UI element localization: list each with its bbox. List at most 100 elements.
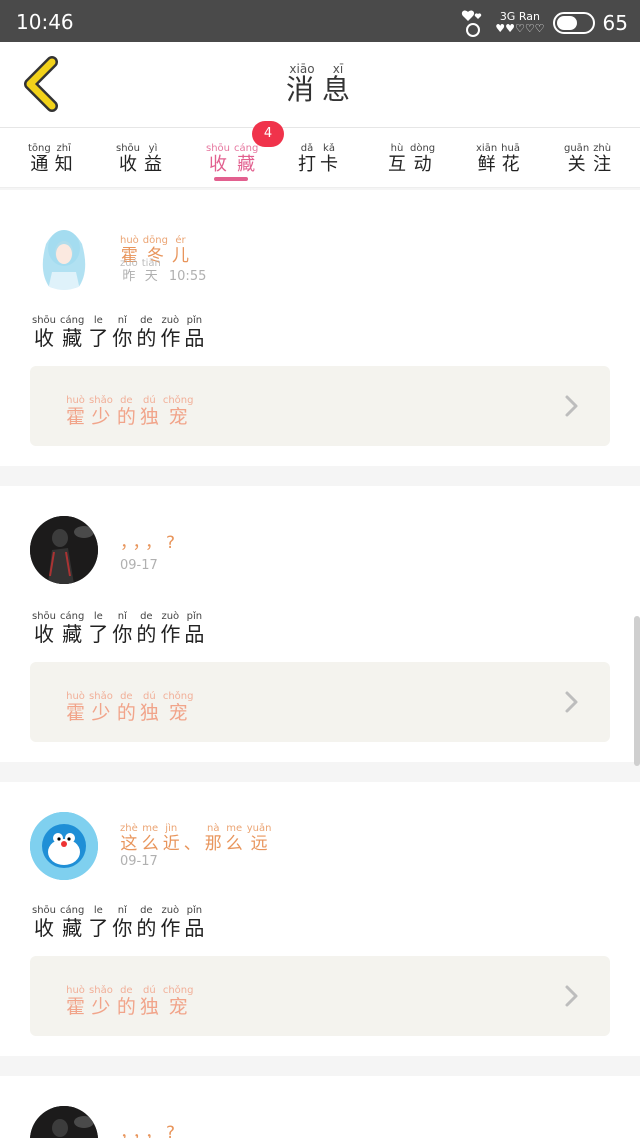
- hanzi: 少: [91, 406, 111, 428]
- ruby-char: shōu 收: [32, 315, 56, 349]
- work-link[interactable]: huò 霍 shǎo 少 de 的 dú 独 chǒng 宠: [30, 662, 610, 742]
- hanzi: 互: [388, 154, 406, 175]
- battery-level: 65: [602, 11, 628, 35]
- ruby-char: de 的: [117, 395, 136, 428]
- hanzi: 卡: [320, 154, 338, 175]
- hanzi: 收: [34, 326, 54, 350]
- work-link[interactable]: huò 霍 shǎo 少 de 的 dú 独 chǒng 宠: [30, 956, 610, 1036]
- ruby-char: de 的: [136, 905, 156, 939]
- notification-card: zhè 这 me 么 jìn 近 、 nà 那 me 么 yuǎn 远 09-17 shōu 收 cáng…: [0, 782, 640, 1056]
- battery-fill: [556, 16, 578, 30]
- ruby-char: shōu 收: [206, 143, 230, 175]
- hanzi: 的: [136, 916, 157, 940]
- favorites-count-badge: 4: [252, 121, 284, 147]
- ruby-char: zhù 注: [593, 143, 611, 175]
- hanzi: 收: [209, 154, 227, 175]
- avatar-image: [42, 230, 86, 290]
- hanzi: 的: [116, 406, 136, 428]
- tab-label: shōu 收 yì 益: [116, 143, 162, 175]
- work-title-text: huò 霍 shǎo 少 de 的 dú 独 chǒng 宠: [66, 985, 193, 1018]
- ruby-char: pǐn 品: [184, 905, 204, 939]
- notification-text-content: shōu 收 cáng 藏 le 了 nǐ 你 de 的 zuò 作 pǐn 品: [32, 905, 204, 939]
- pinyin: pǐn: [186, 315, 203, 326]
- notification-card: ，，，?: [0, 1076, 640, 1138]
- ruby-char: shǎo 少: [89, 985, 113, 1018]
- hanzi: 收: [119, 154, 137, 175]
- ruby-char: me 么: [142, 823, 159, 854]
- ruby-char: le 了: [88, 315, 108, 349]
- pinyin: ér: [175, 235, 186, 246]
- hanzi: 宠: [168, 406, 188, 428]
- timestamp: 09-17: [120, 558, 158, 573]
- tab-following[interactable]: guān 关 zhù 注: [564, 136, 611, 175]
- pinyin: zhè: [120, 823, 138, 834]
- tab-notifications[interactable]: tōng 通 zhī 知: [28, 136, 73, 175]
- ruby-char: dòng 动: [410, 143, 435, 175]
- user-name[interactable]: ，，，?: [120, 1118, 179, 1138]
- ruby-char: huò 霍: [66, 691, 85, 724]
- avatar[interactable]: [30, 1106, 98, 1138]
- avatar[interactable]: [30, 516, 98, 584]
- ruby-char: cáng 藏: [60, 611, 84, 645]
- tab-checkin[interactable]: dǎ 打 kǎ 卡: [298, 136, 338, 175]
- pinyin: shǎo: [89, 691, 113, 702]
- avatar[interactable]: [30, 812, 98, 880]
- ruby-char: shǎo 少: [89, 691, 113, 724]
- pinyin: zhù: [593, 143, 612, 154]
- ruby-char: zhī 知: [55, 143, 73, 175]
- tab-favorites[interactable]: shōu 收 cáng 藏: [206, 136, 258, 175]
- hanzi: 的: [136, 622, 157, 646]
- timestamp-day: zuó 昨 tiān 天: [120, 258, 161, 284]
- active-tab-indicator: [214, 177, 248, 181]
- pinyin: guān: [564, 143, 590, 154]
- user-name[interactable]: zhè 这 me 么 jìn 近 、 nà 那 me 么 yuǎn 远: [120, 816, 271, 854]
- pinyin: huò: [66, 691, 85, 702]
- ruby-char: de 的: [136, 611, 156, 645]
- pinyin: de: [120, 985, 133, 996]
- pinyin: me: [226, 823, 243, 834]
- ruby-char: cáng 藏: [60, 905, 84, 939]
- hanzi: 了: [88, 916, 109, 940]
- notification-card: ，，，? 09-17 shōu 收 cáng 藏 le 了 nǐ 你 de 的 zuò 作 pǐn 品 h…: [0, 486, 640, 762]
- hanzi: 益: [144, 154, 163, 175]
- tab-interaction[interactable]: hù 互 dòng 动: [388, 136, 435, 175]
- hanzi: 品: [184, 916, 205, 940]
- hanzi: 独: [139, 702, 159, 724]
- hanzi: 独: [139, 406, 159, 428]
- tab-flowers[interactable]: xiān 鲜 huā 花: [476, 136, 520, 175]
- hanzi: 知: [54, 154, 73, 175]
- tab-label: tōng 通 zhī 知: [28, 143, 73, 175]
- pinyin: jìn: [165, 823, 178, 834]
- pinyin: yì: [148, 143, 158, 154]
- hanzi: 打: [298, 154, 316, 175]
- ruby-char: dǎ 打: [298, 143, 316, 175]
- ruby-char: cáng 藏: [234, 143, 258, 175]
- ruby-char: dú 独: [140, 395, 159, 428]
- hanzi: 宠: [168, 996, 188, 1018]
- hanzi: 作: [160, 326, 181, 350]
- work-link[interactable]: huò 霍 shǎo 少 de 的 dú 独 chǒng 宠: [30, 366, 610, 446]
- ruby-char: shōu 收: [116, 143, 140, 175]
- tab-earnings[interactable]: shōu 收 yì 益: [116, 136, 162, 175]
- tab-label: shōu 收 cáng 藏: [206, 143, 258, 175]
- hanzi: 宠: [168, 702, 188, 724]
- ruby-char: chǒng 宠: [163, 395, 194, 428]
- ruby-char: dú 独: [140, 691, 159, 724]
- scrollbar-thumb[interactable]: [634, 616, 640, 766]
- ruby-char: huā 花: [501, 143, 520, 175]
- battery-icon: [552, 12, 595, 34]
- pinyin: dòng: [410, 143, 436, 154]
- ruby-char: tōng 通: [28, 143, 51, 175]
- notification-list[interactable]: huò 霍 dōng 冬 ér 儿 zuó 昨 tiān 天 10:55 shōu 收 cáng 藏 l…: [0, 190, 640, 1138]
- user-name[interactable]: ，，，?: [120, 528, 179, 553]
- hanzi: 作: [160, 916, 181, 940]
- timestamp: 09-17: [120, 854, 158, 869]
- avatar[interactable]: [30, 222, 98, 290]
- pinyin: dōng: [142, 235, 168, 246]
- pinyin: tiān: [141, 258, 161, 269]
- pinyin: nǐ: [117, 315, 127, 326]
- pinyin: dú: [142, 985, 156, 996]
- pinyin: [191, 823, 194, 835]
- hanzi: 息: [322, 73, 355, 106]
- pinyin: tōng: [28, 143, 51, 154]
